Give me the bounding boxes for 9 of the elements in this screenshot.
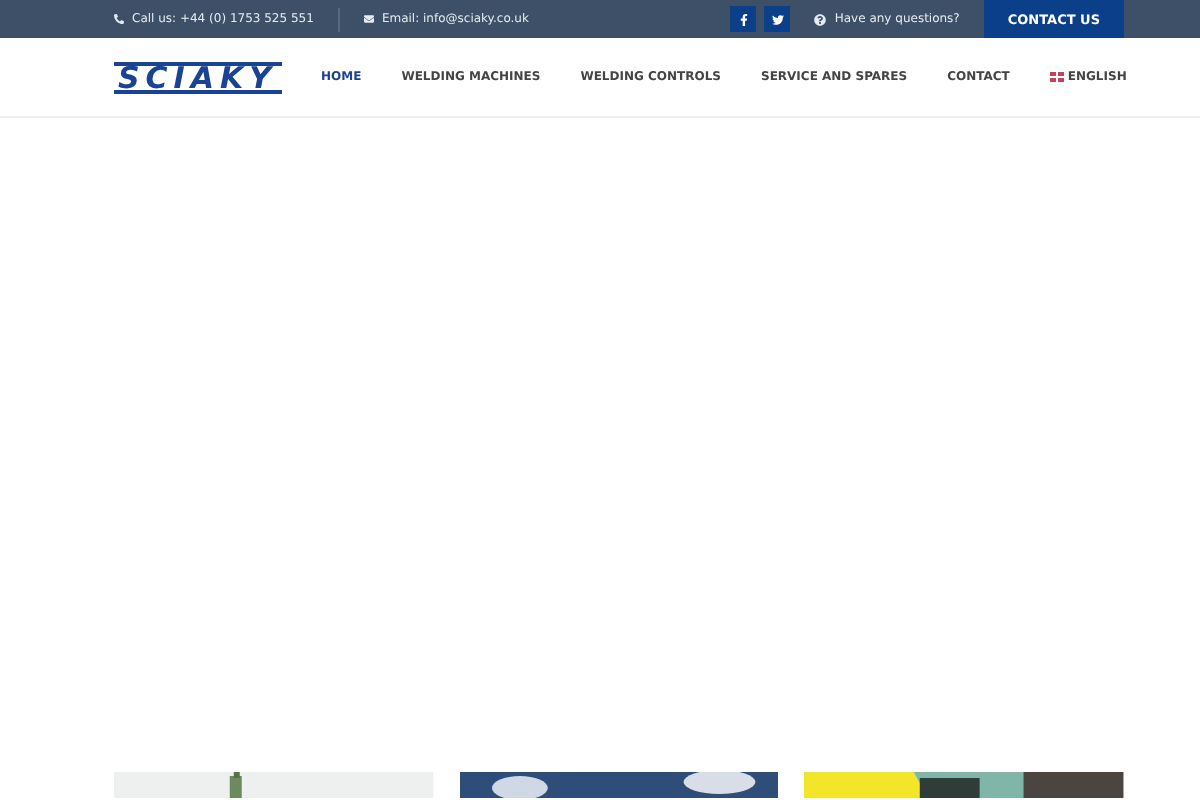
twitter-link[interactable] <box>764 6 791 32</box>
phone-icon <box>114 14 124 24</box>
twitter-icon <box>771 13 784 25</box>
facebook-link[interactable] <box>730 6 757 32</box>
facebook-icon <box>737 13 750 25</box>
mail-icon <box>363 14 374 24</box>
question-icon <box>814 13 827 25</box>
flag-icon <box>1049 72 1064 82</box>
logo[interactable]: SCIAKY <box>114 61 281 93</box>
